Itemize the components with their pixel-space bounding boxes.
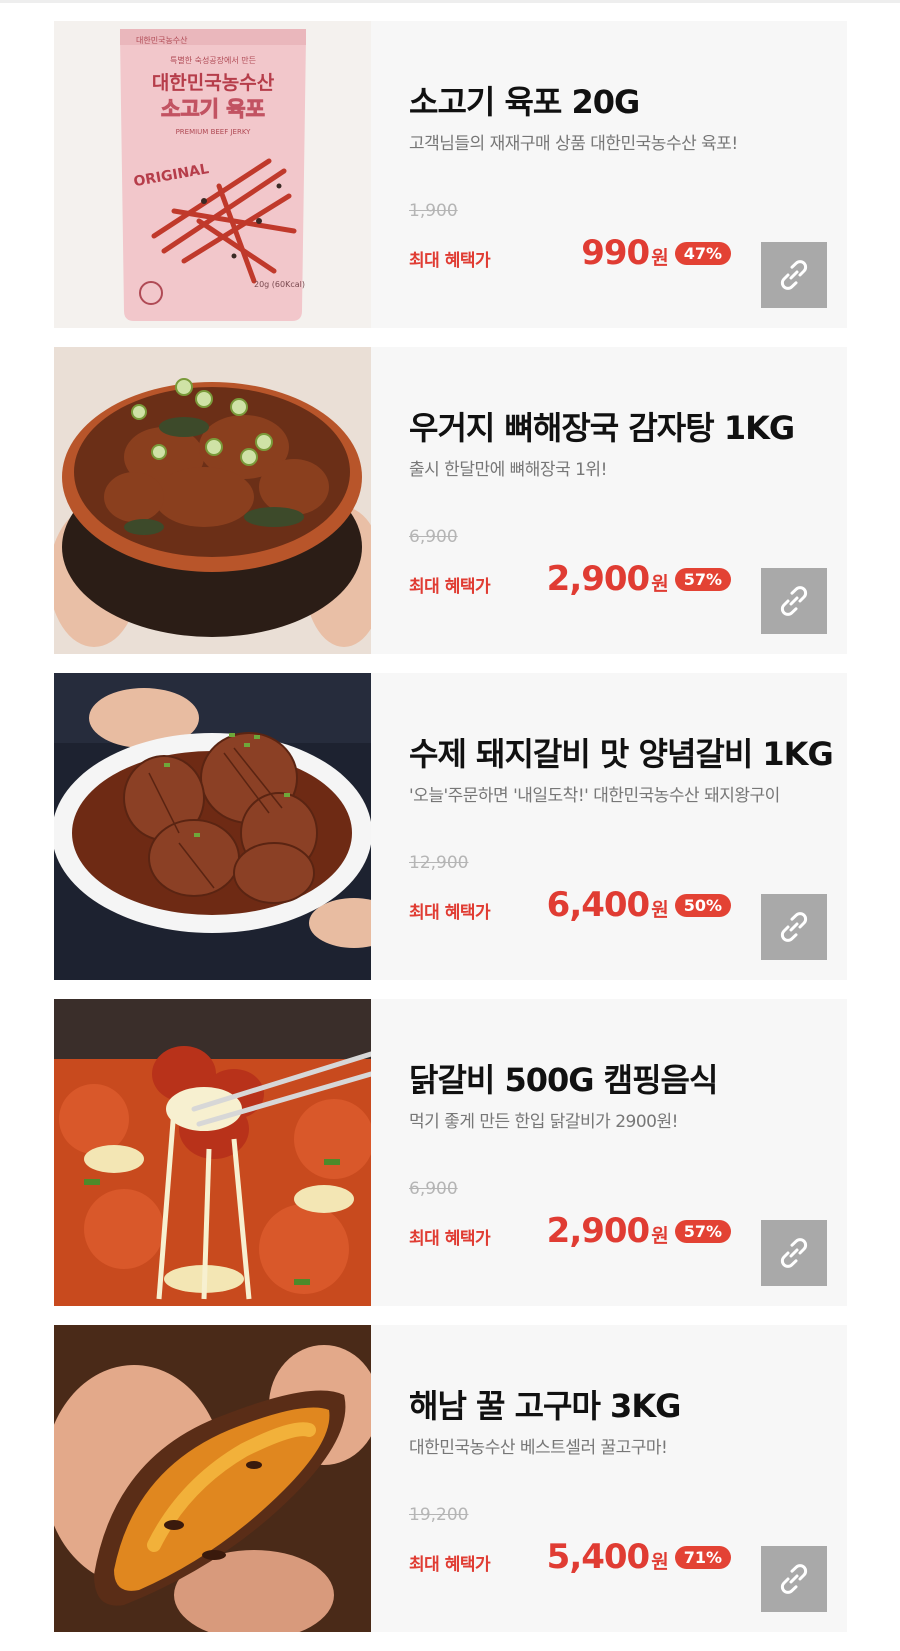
currency-label: 원 [651,573,669,595]
product-info: 해남 꿀 고구마 3KG 대한민국농수산 베스트셀러 꿀고구마! 19,200 … [371,1325,847,1632]
product-image-pork-bone-soup[interactable] [54,347,371,654]
sale-price-group: 2,900 원 57% [547,559,731,599]
sale-price-group: 2,900 원 57% [547,1211,731,1251]
share-link-button[interactable] [761,568,827,634]
sale-price-group: 990 원 47% [581,233,731,273]
pkg-premium: PREMIUM BEEF JERKY [176,128,252,136]
sale-price: 990 [581,233,650,273]
share-link-button[interactable] [761,1220,827,1286]
product-description: '오늘'주문하면 '내일도착!' 대한민국농수산 돼지왕구이 [409,786,780,806]
pkg-tagline: 특별한 숙성공장에서 만든 [170,55,256,65]
product-image-dakgalbi[interactable] [54,999,371,1306]
product-list: 대한민국농수산 특별한 숙성공장에서 만든 대한민국농수산 소고기 육포 PRE… [54,21,847,1651]
discount-badge: 47% [674,242,731,265]
product-title[interactable]: 수제 돼지갈비 맛 양념갈비 1KG [409,729,834,775]
product-image-sweet-potato[interactable] [54,1325,371,1632]
currency-label: 원 [651,1225,669,1247]
pork-bone-soup-bowl-icon [54,347,371,654]
product-title[interactable]: 해남 꿀 고구마 3KG [409,1381,681,1427]
discount-badge: 71% [674,1546,731,1569]
original-price: 19,200 [409,1505,469,1525]
product-card[interactable]: 닭갈비 500G 캠핑음식 먹기 좋게 만든 한입 닭갈비가 2900원! 6,… [54,999,847,1306]
original-price: 6,900 [409,527,458,547]
product-image-pork-ribs[interactable] [54,673,371,980]
pkg-brand: 대한민국농수산 [136,35,188,45]
sale-price-group: 5,400 원 71% [547,1537,731,1577]
product-card[interactable]: 대한민국농수산 특별한 숙성공장에서 만든 대한민국농수산 소고기 육포 PRE… [54,21,847,328]
share-link-button[interactable] [761,894,827,960]
share-link-button[interactable] [761,242,827,308]
sale-price: 2,900 [546,1211,651,1251]
beef-jerky-package-icon: 대한민국농수산 특별한 숙성공장에서 만든 대한민국농수산 소고기 육포 PRE… [54,21,371,328]
original-price: 6,900 [409,1179,458,1199]
benefit-label: 최대 혜택가 [409,1229,491,1249]
pkg-product: 소고기 육포 [161,97,265,121]
benefit-label: 최대 혜택가 [409,577,491,597]
benefit-label: 최대 혜택가 [409,903,491,923]
currency-label: 원 [651,899,669,921]
product-info: 우거지 뼈해장국 감자탕 1KG 출시 한달만에 뼈해장국 1위! 6,900 … [371,347,847,654]
original-price: 1,900 [409,201,458,221]
benefit-label: 최대 혜택가 [409,251,491,271]
product-card[interactable]: 수제 돼지갈비 맛 양념갈비 1KG '오늘'주문하면 '내일도착!' 대한민국… [54,673,847,980]
link-icon [780,260,808,290]
benefit-label: 최대 혜택가 [409,1555,491,1575]
pkg-brand-large: 대한민국농수산 [152,72,275,94]
top-divider [0,0,900,3]
pkg-weight: 20g (60Kcal) [254,280,305,289]
marinated-pork-ribs-plate-icon [54,673,371,980]
currency-label: 원 [651,247,669,269]
sale-price: 6,400 [546,885,651,925]
product-image-beef-jerky[interactable]: 대한민국농수산 특별한 숙성공장에서 만든 대한민국농수산 소고기 육포 PRE… [54,21,371,328]
discount-badge: 57% [674,568,731,591]
product-info: 수제 돼지갈비 맛 양념갈비 1KG '오늘'주문하면 '내일도착!' 대한민국… [371,673,847,980]
link-icon [780,586,808,616]
discount-badge: 57% [674,1220,731,1243]
sale-price: 2,900 [546,559,651,599]
product-title[interactable]: 닭갈비 500G 캠핑음식 [409,1055,718,1101]
product-description: 대한민국농수산 베스트셀러 꿀고구마! [409,1438,668,1458]
product-description: 먹기 좋게 만든 한입 닭갈비가 2900원! [409,1112,678,1132]
product-info: 닭갈비 500G 캠핑음식 먹기 좋게 만든 한입 닭갈비가 2900원! 6,… [371,999,847,1306]
link-icon [780,1238,808,1268]
link-icon [780,912,808,942]
roasted-sweet-potato-hands-icon [54,1325,371,1632]
product-info: 소고기 육포 20G 고객님들의 재재구매 상품 대한민국농수산 육포! 1,9… [371,21,847,328]
product-description: 출시 한달만에 뼈해장국 1위! [409,460,607,480]
product-card[interactable]: 우거지 뼈해장국 감자탕 1KG 출시 한달만에 뼈해장국 1위! 6,900 … [54,347,847,654]
cheese-dakgalbi-chopsticks-icon [54,999,371,1306]
currency-label: 원 [651,1551,669,1573]
sale-price-group: 6,400 원 50% [547,885,731,925]
original-price: 12,900 [409,853,469,873]
discount-badge: 50% [674,894,731,917]
product-description: 고객님들의 재재구매 상품 대한민국농수산 육포! [409,134,738,154]
share-link-button[interactable] [761,1546,827,1612]
link-icon [780,1564,808,1594]
product-card[interactable]: 해남 꿀 고구마 3KG 대한민국농수산 베스트셀러 꿀고구마! 19,200 … [54,1325,847,1632]
product-title[interactable]: 소고기 육포 20G [409,77,640,123]
sale-price: 5,400 [546,1537,651,1577]
product-title[interactable]: 우거지 뼈해장국 감자탕 1KG [409,403,795,449]
